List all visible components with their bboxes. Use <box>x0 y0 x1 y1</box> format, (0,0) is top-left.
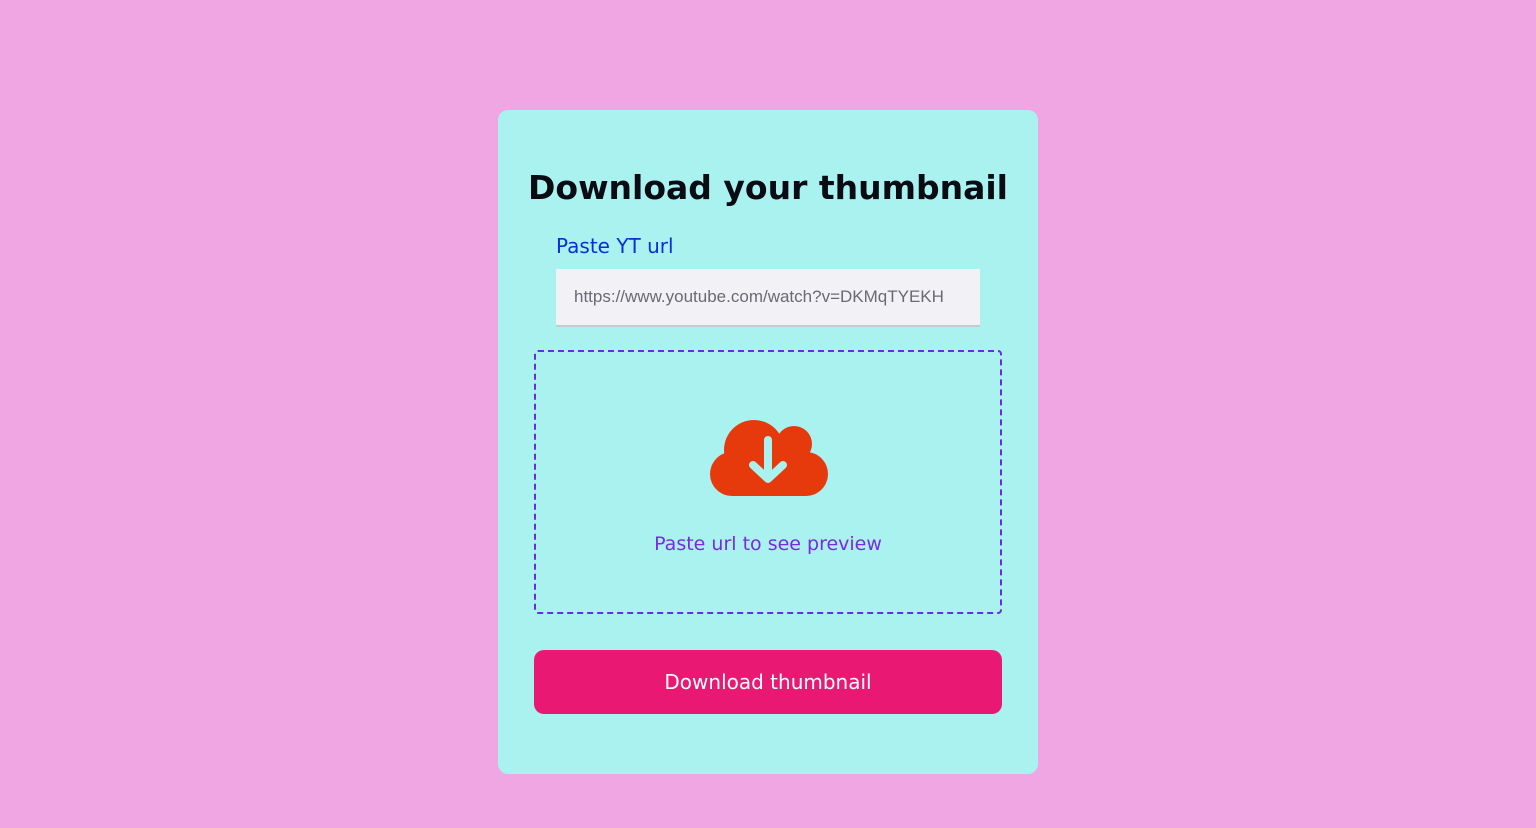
page-title: Download your thumbnail <box>528 168 1008 207</box>
cloud-download-icon <box>710 420 828 496</box>
thumbnail-card: Download your thumbnail Paste YT url Pas… <box>498 110 1038 774</box>
download-thumbnail-button[interactable]: Download thumbnail <box>534 650 1002 714</box>
preview-dropzone: Paste url to see preview <box>534 350 1002 614</box>
url-label: Paste YT url <box>556 234 674 258</box>
url-input[interactable] <box>556 269 980 327</box>
preview-message: Paste url to see preview <box>654 533 882 555</box>
